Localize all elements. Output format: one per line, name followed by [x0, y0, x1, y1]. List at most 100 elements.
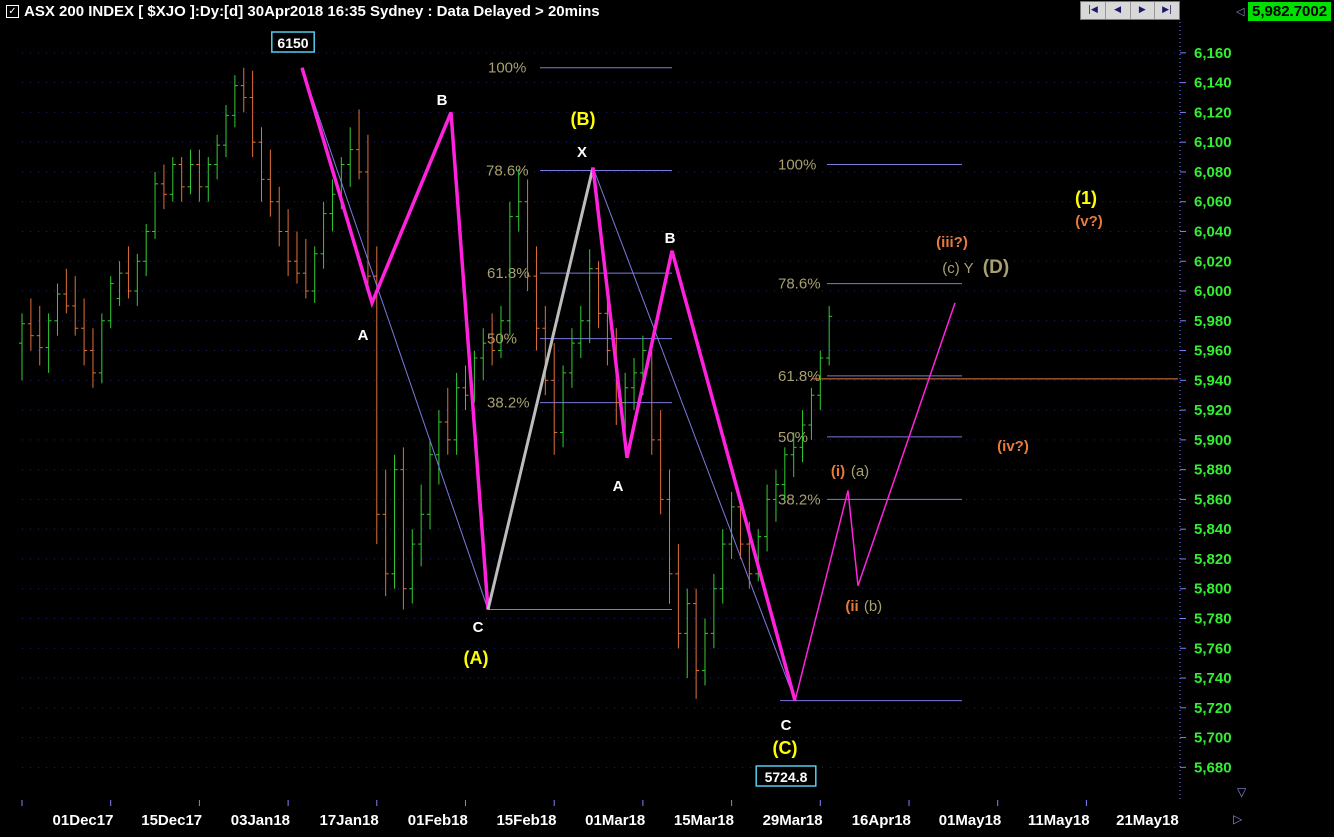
wave-label: (iii?)	[936, 234, 968, 251]
price-bar	[347, 127, 354, 187]
fib-label-5: 100%	[778, 156, 816, 173]
price-bar	[116, 261, 123, 306]
price-bar	[152, 171, 159, 239]
y-tick-label-18: 6,040	[1194, 223, 1232, 240]
price-bar	[444, 387, 451, 455]
price-bar	[302, 238, 309, 299]
y-tick-label-13: 5,940	[1194, 372, 1232, 389]
price-bar	[240, 67, 247, 113]
y-tick-label-7: 5,820	[1194, 551, 1232, 568]
y-tick-label-20: 6,080	[1194, 164, 1232, 181]
price-bars	[19, 67, 833, 699]
price-bar	[551, 343, 558, 455]
first-button[interactable]: |◀	[1081, 2, 1106, 19]
wave-label: (B)	[571, 109, 596, 129]
y-tick-label-12: 5,920	[1194, 402, 1232, 419]
prev-button[interactable]: ◀	[1106, 2, 1131, 19]
dot-grid	[22, 52, 1178, 768]
y-tick-label-1: 5,700	[1194, 730, 1232, 747]
wave-label: A	[358, 327, 369, 344]
price-chart[interactable]: 100%78.6%61.8%50%38.2%100%78.6%61.8%50%3…	[0, 0, 1334, 837]
price-bar	[329, 179, 336, 232]
wave-label: (A)	[464, 648, 489, 668]
wave-label: (1)	[1075, 188, 1097, 208]
price-bar	[560, 365, 567, 448]
price-bar	[293, 231, 300, 284]
y-axis: 5,680 5,700 5,720 5,740 5,760 5,780 5,800 5,820…	[1180, 45, 1232, 776]
wave-b-grey	[486, 167, 595, 610]
chart-title: ASX 200 INDEX [ $XJO ]:Dy:[d] 30Apr2018 …	[24, 3, 600, 20]
x-tick-label-4: 01Feb18	[408, 812, 468, 829]
price-bar	[276, 186, 283, 247]
price-bar	[169, 157, 176, 202]
price-bar	[72, 276, 79, 336]
next-button[interactable]: ▶	[1131, 2, 1156, 19]
price-bar	[98, 313, 105, 384]
y-tick-label-0: 5,680	[1194, 759, 1232, 776]
checkbox-icon[interactable]: ✓	[6, 5, 19, 18]
wave-label: C	[473, 619, 484, 636]
wave-label: (D)	[983, 257, 1009, 278]
wave-label: (v?)	[1075, 213, 1103, 230]
fibonacci-levels: 100%78.6%61.8%50%38.2%100%78.6%61.8%50%3…	[486, 60, 1178, 702]
x-tick-label-8: 29Mar18	[763, 812, 823, 829]
price-bar	[89, 328, 96, 388]
y-tick-label-9: 5,860	[1194, 491, 1232, 508]
price-bar	[143, 224, 150, 277]
price-bar	[533, 246, 540, 351]
wave-label: (iv?)	[997, 438, 1029, 455]
x-tick-label-3: 17Jan18	[319, 812, 378, 829]
price-bar	[54, 283, 61, 336]
y-tick-label-24: 6,160	[1194, 45, 1232, 62]
last-button[interactable]: ▶|	[1155, 2, 1179, 19]
x-scroll-right-icon[interactable]: ▷	[1233, 812, 1243, 826]
y-tick-label-21: 6,100	[1194, 134, 1232, 151]
x-tick-label-12: 21May18	[1116, 812, 1179, 829]
price-bar	[418, 484, 425, 567]
price-bar	[45, 313, 52, 373]
price-bar	[214, 134, 221, 180]
fib-label-3: 50%	[487, 331, 517, 348]
y-tick-label-8: 5,840	[1194, 521, 1232, 538]
price-bar	[764, 484, 771, 552]
wave-label: B	[665, 230, 676, 247]
y-tick-label-14: 5,960	[1194, 343, 1232, 360]
price-bar	[63, 268, 70, 314]
y-tick-label-6: 5,800	[1194, 581, 1232, 598]
triangle-icon[interactable]: ◁	[1236, 5, 1244, 18]
price-bar	[710, 573, 717, 649]
x-tick-label-5: 15Feb18	[496, 812, 556, 829]
price-bar	[134, 253, 141, 306]
price-bar	[160, 164, 167, 210]
wave-label: X	[577, 144, 587, 161]
price-bar	[719, 529, 726, 604]
price-bar	[701, 618, 708, 686]
fib-label-2: 61.8%	[487, 265, 530, 282]
price-bar	[595, 261, 602, 329]
x-tick-label-1: 15Dec17	[141, 812, 202, 829]
price-bar	[231, 75, 238, 128]
price-bar	[391, 454, 398, 589]
y-scroll-down-icon[interactable]: ▽	[1237, 785, 1247, 799]
wave-label: (c) Y	[942, 260, 973, 277]
wave-label: C	[781, 717, 792, 734]
price-bar	[675, 544, 682, 649]
price-bar	[453, 372, 460, 455]
price-bar	[267, 149, 274, 217]
x-tick-label-2: 03Jan18	[231, 812, 290, 829]
fib-label-4: 38.2%	[487, 395, 530, 412]
y-tick-label-15: 5,980	[1194, 313, 1232, 330]
price-bar	[320, 201, 327, 269]
price-bar	[285, 209, 292, 277]
price-bar	[223, 104, 230, 158]
x-tick-label-10: 01May18	[939, 812, 1002, 829]
price-bar	[19, 313, 25, 381]
wave-label: B	[437, 92, 448, 109]
price-bar	[249, 70, 256, 158]
fib-label-8: 50%	[778, 429, 808, 446]
fib-label-1: 78.6%	[486, 162, 529, 179]
price-bar	[427, 439, 434, 530]
navigation-buttons[interactable]: |◀ ◀ ▶ ▶|	[1080, 1, 1180, 20]
price-bar	[356, 109, 363, 180]
x-axis: 01Dec17 15Dec17 03Jan18 17Jan18 01Feb18 15Feb…	[21, 800, 1179, 829]
